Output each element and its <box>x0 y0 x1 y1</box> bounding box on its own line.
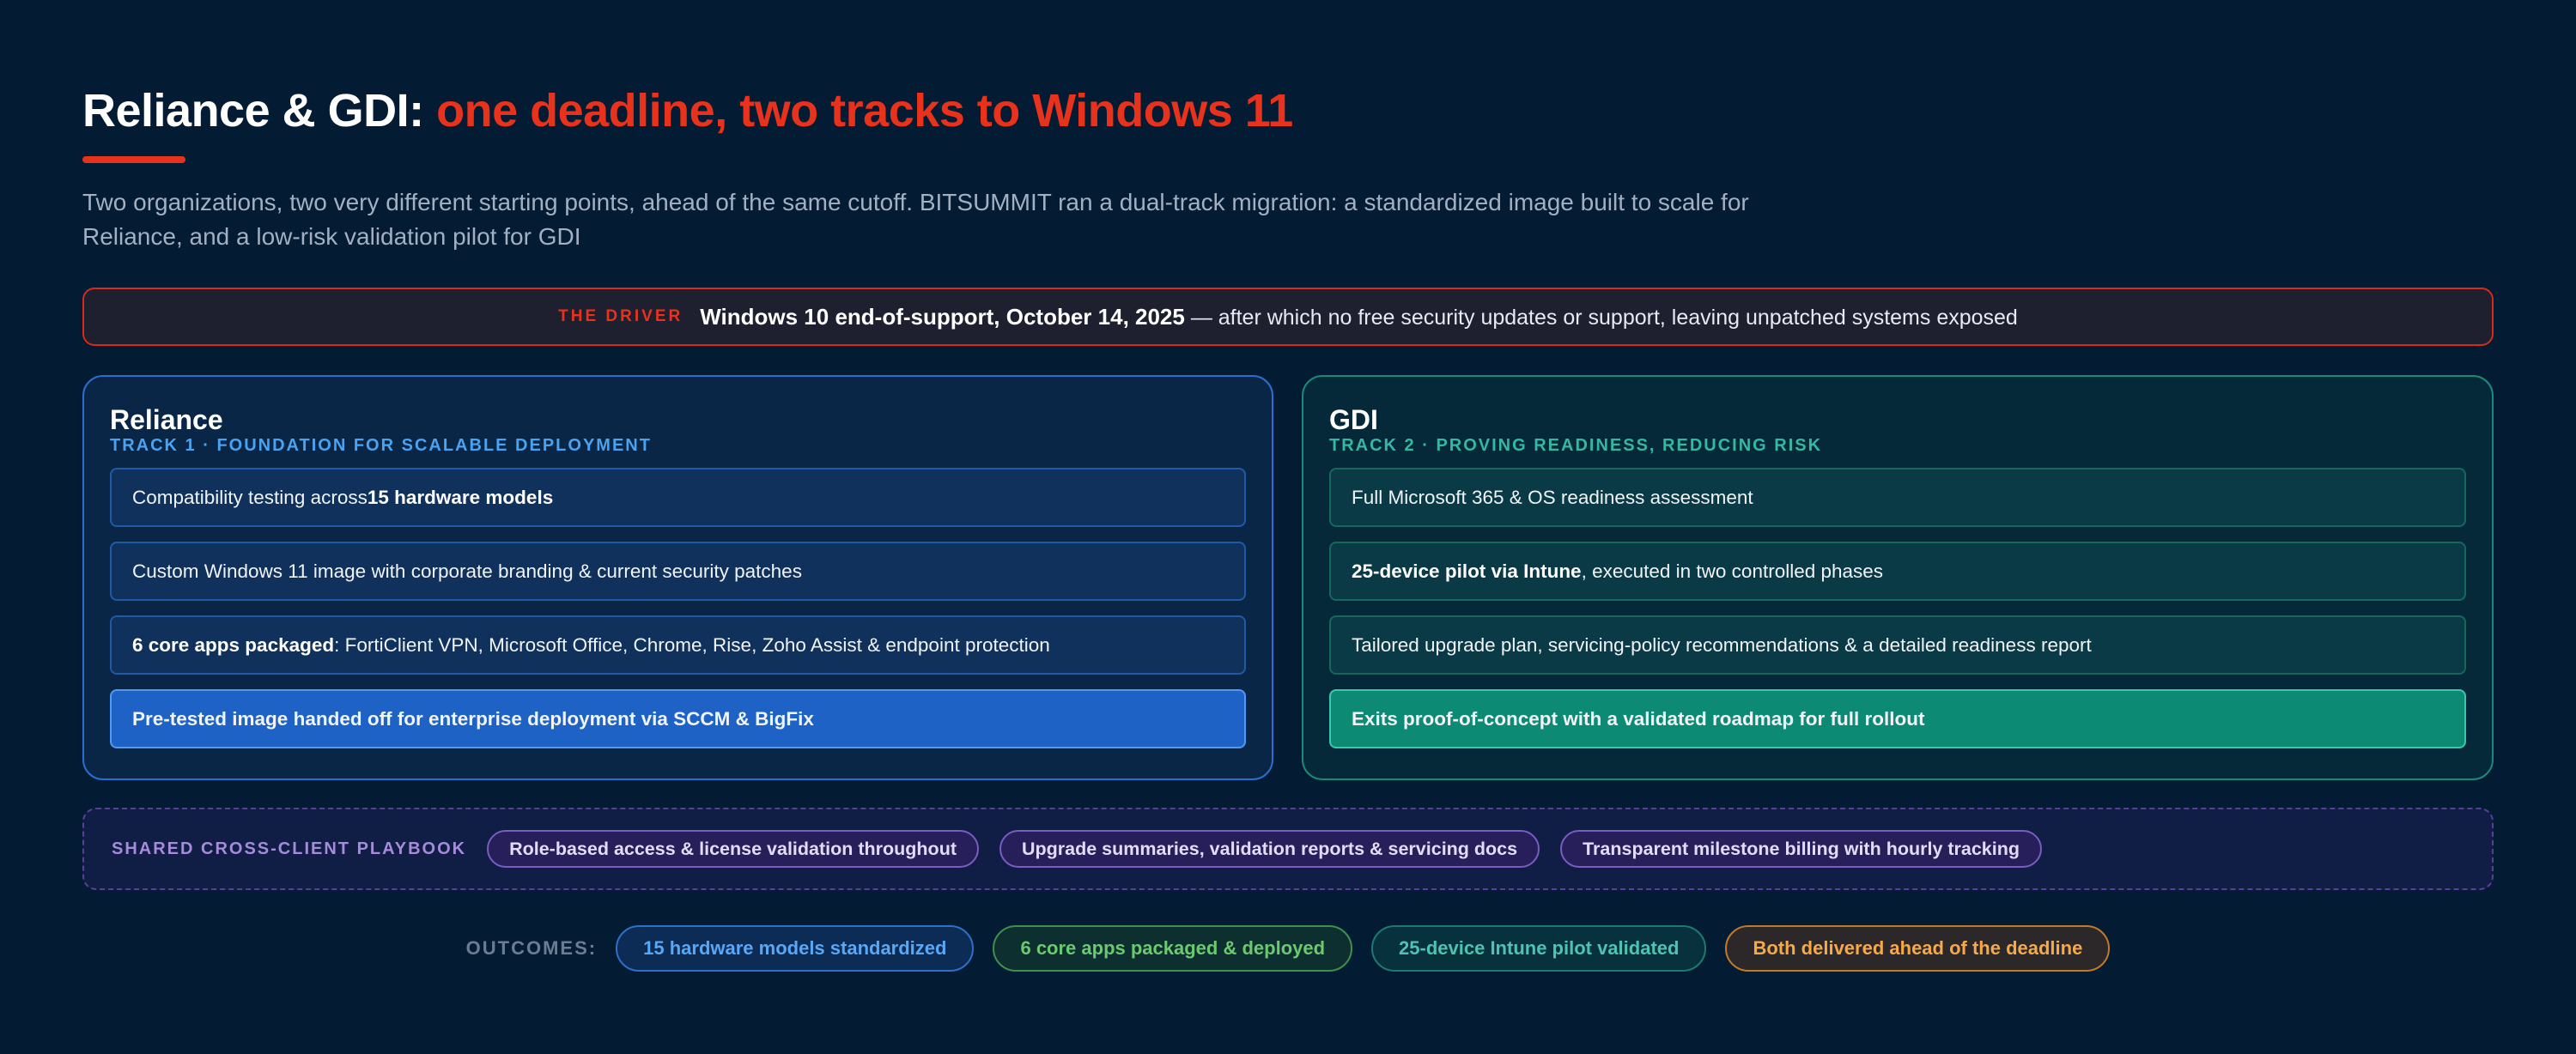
driver-date: Windows 10 end-of-support, October 14, 2… <box>700 303 1185 330</box>
item-text: Full Microsoft 365 & OS readiness assess… <box>1352 486 1753 508</box>
outcome-badge: Both delivered ahead of the deadline <box>1725 925 2111 972</box>
list-item: Custom Windows 11 image with corporate b… <box>110 542 1246 601</box>
outcomes-label: OUTCOMES: <box>465 937 598 959</box>
list-item: Full Microsoft 365 & OS readiness assess… <box>1329 468 2466 527</box>
outcome-badge: 6 core apps packaged & deployed <box>993 925 1353 972</box>
track-subtitle: TRACK 2 · PROVING READINESS, REDUCING RI… <box>1329 436 1823 455</box>
item-text: Pre-tested image handed off for enterpri… <box>132 707 814 730</box>
list-item: Compatibility testing across 15 hardware… <box>110 468 1246 527</box>
playbook-pill: Upgrade summaries, validation reports & … <box>999 830 1540 868</box>
header: Reliance & GDI: one deadline, two tracks… <box>82 82 2494 254</box>
driver-banner: THE DRIVER Windows 10 end-of-support, Oc… <box>82 288 2494 346</box>
outcome-badge: 25-device Intune pilot validated <box>1371 925 1707 972</box>
driver-rest: — after which no free security updates o… <box>1190 305 2018 330</box>
title-underline <box>82 156 185 163</box>
list-item-highlight: Exits proof-of-concept with a validated … <box>1329 689 2466 748</box>
item-text: Custom Windows 11 image with corporate b… <box>132 560 802 582</box>
list-item: Tailored upgrade plan, servicing-policy … <box>1329 615 2466 675</box>
playbook-label: SHARED CROSS-CLIENT PLAYBOOK <box>112 839 467 858</box>
outcomes-row: OUTCOMES: 15 hardware models standardize… <box>0 924 2576 972</box>
list-item-highlight: Pre-tested image handed off for enterpri… <box>110 689 1246 748</box>
item-text: Exits proof-of-concept with a validated … <box>1352 707 1925 730</box>
item-bold: 6 core apps packaged <box>132 633 335 656</box>
item-text-post: : FortiClient VPN, Microsoft Office, Chr… <box>334 633 1050 656</box>
shared-playbook: SHARED CROSS-CLIENT PLAYBOOK Role-based … <box>82 808 2494 890</box>
item-bold: 25-device pilot via Intune <box>1352 560 1582 582</box>
page-title: Reliance & GDI: one deadline, two tracks… <box>82 82 2494 139</box>
title-main: Reliance & GDI: <box>82 85 424 136</box>
track-subtitle: TRACK 1 · FOUNDATION FOR SCALABLE DEPLOY… <box>110 436 652 455</box>
track-name: GDI <box>1329 404 1378 435</box>
driver-text: Windows 10 end-of-support, October 14, 2… <box>700 304 2018 330</box>
track-items: Full Microsoft 365 & OS readiness assess… <box>1329 468 2466 748</box>
item-bold: 15 hardware models <box>367 486 554 508</box>
list-item: 25-device pilot via Intune, executed in … <box>1329 542 2466 601</box>
playbook-pill: Role-based access & license validation t… <box>487 830 979 868</box>
title-accent: one deadline, two tracks to Windows 11 <box>436 85 1293 136</box>
item-text: Tailored upgrade plan, servicing-policy … <box>1352 633 2092 656</box>
playbook-pill: Transparent milestone billing with hourl… <box>1560 830 2043 868</box>
outcome-badge: 15 hardware models standardized <box>616 925 975 972</box>
track-reliance: Reliance TRACK 1 · FOUNDATION FOR SCALAB… <box>82 375 1273 780</box>
list-item: 6 core apps packaged: FortiClient VPN, M… <box>110 615 1246 675</box>
item-text: Compatibility testing across <box>132 486 368 508</box>
track-items: Compatibility testing across 15 hardware… <box>110 468 1246 748</box>
track-gdi: GDI TRACK 2 · PROVING READINESS, REDUCIN… <box>1302 375 2494 780</box>
track-name: Reliance <box>110 404 223 435</box>
driver-tag: THE DRIVER <box>558 307 683 325</box>
item-text-post: , executed in two controlled phases <box>1581 560 1884 582</box>
page-subtitle: Two organizations, two very different st… <box>82 189 1749 250</box>
